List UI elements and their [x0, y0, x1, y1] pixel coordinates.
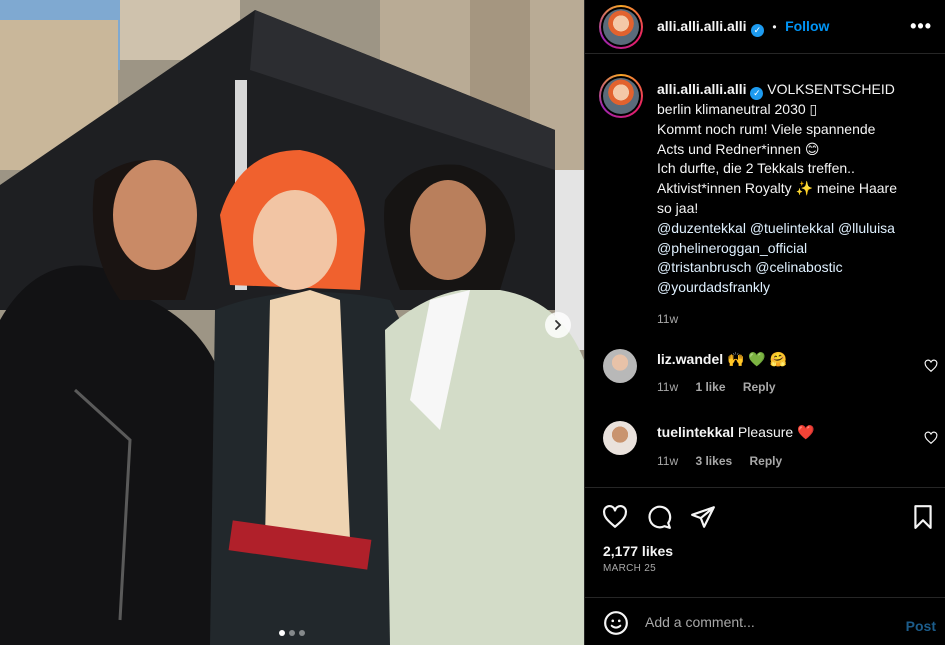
commenter-avatar[interactable] — [603, 421, 637, 455]
caption-line: berlin klimaneutral 2030 ▯ — [657, 101, 818, 117]
photo-scene — [0, 0, 584, 645]
chevron-right-icon — [555, 320, 562, 330]
author-avatar[interactable] — [599, 5, 643, 49]
post-photo[interactable] — [0, 0, 584, 645]
emoji-icon[interactable] — [603, 610, 629, 636]
caption-line: Kommt noch rum! Viele spannende — [657, 120, 876, 137]
caption-line: so jaa! — [657, 199, 699, 216]
caption-mentions[interactable]: @tristanbrusch @celinabostic — [657, 258, 927, 278]
carousel-indicator — [0, 630, 584, 636]
comment-timestamp[interactable]: 11w — [657, 380, 678, 394]
comment-icon[interactable] — [646, 504, 672, 530]
comment-username[interactable]: tuelintekkal — [657, 424, 734, 440]
comment-input[interactable] — [645, 612, 885, 632]
caption-line: Aktivist*innen Royalty ✨ meine Haare — [657, 180, 897, 197]
post-caption: alli.alli.alli.alli ✓ VOLKSENTSCHEID ber… — [657, 80, 927, 330]
comment-like-count[interactable]: 1 like — [695, 380, 725, 394]
reply-button[interactable]: Reply — [750, 454, 783, 468]
post-comment-button[interactable]: Post — [906, 618, 936, 634]
caption-line: Acts und Redner*innen 😊 — [657, 140, 820, 157]
more-options-icon[interactable]: ••• — [910, 16, 932, 37]
post-action-bar: 2,177 likes MARCH 25 — [585, 487, 945, 597]
comment-body: tuelintekkal Pleasure ❤️ — [657, 424, 815, 441]
verified-badge-icon: ✓ — [750, 87, 764, 100]
carousel-dot — [289, 630, 295, 636]
caption-timestamp[interactable]: 11w — [657, 310, 927, 330]
post-date: MARCH 25 — [603, 563, 656, 574]
comment-like-count[interactable]: 3 likes — [695, 454, 732, 468]
comment-heart-icon[interactable] — [924, 431, 938, 445]
caption-mentions[interactable]: @phelineroggan_official — [657, 239, 927, 259]
caption-author-avatar[interactable] — [599, 74, 643, 118]
comment-body: liz.wandel 🙌 💚 🤗 — [657, 351, 787, 368]
carousel-dot — [299, 630, 305, 636]
separator-dot: • — [772, 20, 777, 34]
bookmark-icon[interactable] — [910, 504, 936, 530]
like-count[interactable]: 2,177 likes — [603, 543, 673, 559]
comment-username[interactable]: liz.wandel — [657, 351, 723, 367]
heart-icon[interactable] — [602, 504, 628, 530]
comment-text: Pleasure ❤️ — [737, 424, 815, 440]
post-details-panel: alli.alli.alli.alli ✓ • Follow ••• alli.… — [584, 0, 945, 645]
caption-mentions[interactable]: @duzentekkal @tuelintekkal @lluluisa — [657, 219, 927, 239]
carousel-dot-active — [279, 630, 285, 636]
share-icon[interactable] — [690, 504, 716, 530]
caption-mentions[interactable]: @yourdadsfrankly — [657, 278, 927, 298]
comment-heart-icon[interactable] — [924, 359, 938, 373]
caption-line: VOLKSENTSCHEID — [767, 81, 895, 97]
post-header: alli.alli.alli.alli ✓ • Follow ••• — [585, 0, 945, 54]
verified-badge-icon: ✓ — [750, 24, 764, 37]
reply-button[interactable]: Reply — [743, 380, 776, 394]
next-photo-button[interactable] — [545, 312, 571, 338]
comment-timestamp[interactable]: 11w — [657, 454, 678, 468]
follow-button[interactable]: Follow — [785, 18, 829, 34]
author-username[interactable]: alli.alli.alli.alli — [657, 18, 747, 34]
caption-line: Ich durfte, die 2 Tekkals treffen.. — [657, 160, 855, 177]
caption-username[interactable]: alli.alli.alli.alli — [657, 81, 747, 97]
commenter-avatar[interactable] — [603, 349, 637, 383]
comment-meta: 11w 1 like Reply — [657, 380, 790, 394]
comment-meta: 11w 3 likes Reply — [657, 454, 796, 468]
comment-text: 🙌 💚 🤗 — [727, 351, 788, 367]
comment-composer: Post — [585, 597, 945, 645]
